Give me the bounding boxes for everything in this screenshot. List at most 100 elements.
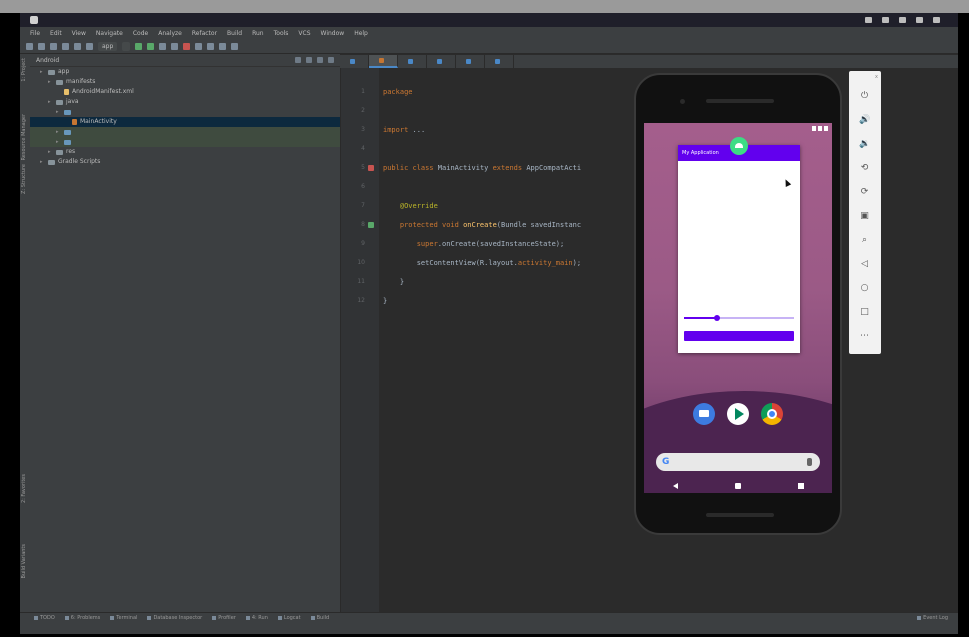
- tree-chevron-icon[interactable]: ▸: [40, 157, 45, 167]
- volume-up-icon[interactable]: 🔊: [859, 115, 870, 125]
- menu-help[interactable]: Help: [354, 30, 368, 37]
- menu-tools[interactable]: Tools: [274, 30, 289, 37]
- tree-item[interactable]: ▸ app: [30, 67, 340, 77]
- override-icon[interactable]: [368, 222, 374, 228]
- run-config-select[interactable]: app: [98, 41, 118, 51]
- undo-icon[interactable]: [62, 42, 69, 50]
- menu-run[interactable]: Run: [252, 30, 264, 37]
- menu-navigate[interactable]: Navigate: [96, 30, 123, 37]
- google-search-bar[interactable]: G: [656, 453, 820, 471]
- nav-recents-icon[interactable]: [797, 482, 804, 489]
- tree-chevron-icon[interactable]: ▸: [48, 97, 53, 107]
- volume-icon[interactable]: [882, 17, 889, 23]
- gear-icon[interactable]: [317, 57, 323, 63]
- editor-tab[interactable]: [485, 55, 514, 68]
- tree-item[interactable]: ▸: [30, 137, 340, 147]
- side-tab-1[interactable]: Resource Manager: [21, 114, 27, 160]
- search-icon[interactable]: [231, 42, 239, 50]
- redo-icon[interactable]: [74, 42, 81, 50]
- zoom-icon[interactable]: ⌕: [859, 235, 870, 245]
- chrome-icon[interactable]: [761, 403, 783, 425]
- side-tab-2[interactable]: Z: Structure: [21, 164, 27, 194]
- tree-chevron-icon[interactable]: ▸: [56, 137, 61, 147]
- emulator-close-icon[interactable]: x: [875, 74, 878, 80]
- more-icon[interactable]: ⋯: [859, 331, 870, 341]
- editor-tab[interactable]: [369, 55, 398, 68]
- notification-icon[interactable]: [933, 17, 940, 23]
- editor-tab[interactable]: [398, 55, 427, 68]
- menu-file[interactable]: File: [30, 30, 40, 37]
- tree-item[interactable]: MainActivity: [30, 117, 340, 127]
- editor-tab[interactable]: [340, 55, 369, 68]
- menu-analyze[interactable]: Analyze: [158, 30, 182, 37]
- side-tab-0[interactable]: 1: Project: [21, 58, 27, 82]
- tree-chevron-icon[interactable]: ▸: [40, 67, 45, 77]
- event-log-button[interactable]: Event Log: [917, 615, 948, 621]
- emulator-screen[interactable]: My Application G: [644, 123, 832, 493]
- volume-down-icon[interactable]: 🔉: [859, 139, 870, 149]
- tree-item[interactable]: ▸ java: [30, 97, 340, 107]
- seekbar-thumb[interactable]: [714, 315, 720, 321]
- power-icon[interactable]: ⏻: [859, 91, 870, 101]
- menu-edit[interactable]: Edit: [50, 30, 62, 37]
- tool-window-7[interactable]: Build: [310, 615, 329, 621]
- tool-window-3[interactable]: Database Inspector: [147, 615, 202, 621]
- tool-window-6[interactable]: Logcat: [277, 615, 301, 621]
- messages-app-icon[interactable]: [693, 403, 715, 425]
- globe-icon[interactable]: [295, 57, 301, 63]
- tool-window-2[interactable]: Terminal: [110, 615, 137, 621]
- debug-icon[interactable]: [147, 42, 155, 50]
- app-action-button[interactable]: [684, 331, 794, 341]
- tool-window-1[interactable]: 6: Problems: [64, 615, 100, 621]
- camera-icon[interactable]: ▣: [859, 211, 870, 221]
- bluetooth-icon[interactable]: [916, 17, 923, 23]
- menu-code[interactable]: Code: [133, 30, 148, 37]
- menu-refactor[interactable]: Refactor: [192, 30, 217, 37]
- sdk-manager-icon[interactable]: [219, 42, 227, 50]
- attach-icon[interactable]: [171, 42, 179, 50]
- mic-icon[interactable]: [807, 458, 812, 466]
- network-icon[interactable]: [865, 17, 872, 23]
- collapse-icon[interactable]: [306, 57, 312, 63]
- profile-icon[interactable]: [159, 42, 167, 50]
- menu-view[interactable]: View: [72, 30, 86, 37]
- tree-item[interactable]: ▸: [30, 127, 340, 137]
- editor-tab[interactable]: [456, 55, 485, 68]
- app-seekbar[interactable]: [684, 315, 794, 321]
- overview-icon[interactable]: □: [859, 307, 870, 317]
- tree-chevron-icon[interactable]: ▸: [48, 147, 53, 157]
- nav-home-icon[interactable]: [734, 482, 741, 489]
- gradle-sync-icon[interactable]: [195, 42, 203, 50]
- run-icon[interactable]: [135, 42, 143, 50]
- device-select[interactable]: [122, 41, 131, 51]
- tree-item[interactable]: ▸ Gradle Scripts: [30, 157, 340, 167]
- battery-icon[interactable]: [899, 17, 906, 23]
- tool-window-0[interactable]: TODO: [34, 615, 55, 621]
- open-icon[interactable]: [26, 42, 33, 50]
- tool-window-5[interactable]: 4: Run: [245, 615, 268, 621]
- tree-chevron-icon[interactable]: ▸: [48, 77, 53, 87]
- tree-chevron-icon[interactable]: ▸: [56, 127, 61, 137]
- menu-build[interactable]: Build: [227, 30, 242, 37]
- back-icon[interactable]: ◁: [859, 259, 870, 269]
- editor-tab[interactable]: [427, 55, 456, 68]
- minimize-icon[interactable]: [328, 57, 334, 63]
- breakpoint-icon[interactable]: [368, 165, 374, 171]
- home-icon[interactable]: ○: [859, 283, 870, 293]
- tree-item[interactable]: AndroidManifest.xml: [30, 87, 340, 97]
- app-preview-window[interactable]: My Application: [678, 137, 800, 353]
- sync-icon[interactable]: [50, 42, 57, 50]
- stop-icon[interactable]: [183, 42, 191, 50]
- rotate-right-icon[interactable]: ⟳: [859, 187, 870, 197]
- tool-window-4[interactable]: Profiler: [212, 615, 236, 621]
- project-view-select[interactable]: Android: [36, 57, 59, 64]
- menu-window[interactable]: Window: [321, 30, 345, 37]
- tree-chevron-icon[interactable]: ▸: [56, 107, 61, 117]
- side-tab-4[interactable]: Build Variants: [21, 544, 27, 578]
- save-icon[interactable]: [38, 42, 45, 50]
- build-icon[interactable]: [86, 42, 93, 50]
- tree-item[interactable]: ▸: [30, 107, 340, 117]
- nav-back-icon[interactable]: [672, 482, 678, 489]
- tree-item[interactable]: ▸ manifests: [30, 77, 340, 87]
- menu-vcs[interactable]: VCS: [298, 30, 310, 37]
